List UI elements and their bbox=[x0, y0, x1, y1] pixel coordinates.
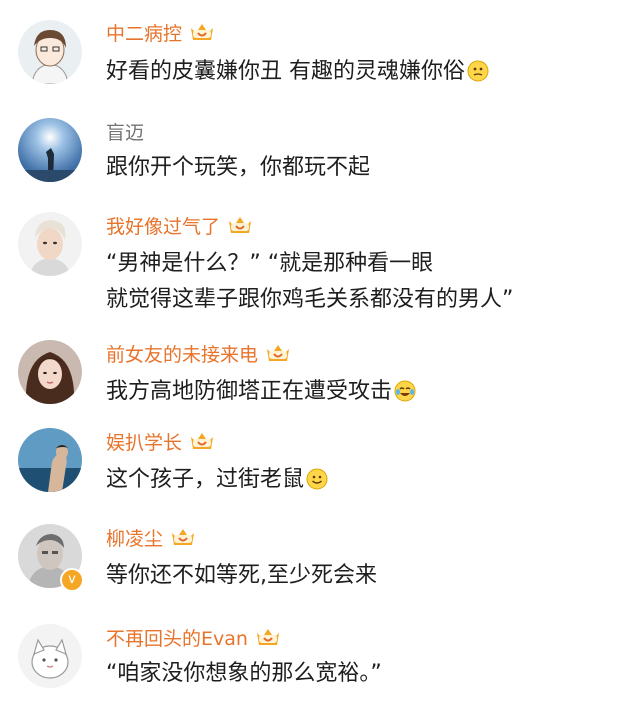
avatar[interactable] bbox=[18, 118, 82, 182]
smiling-face-icon bbox=[306, 468, 328, 490]
comment-text: 我方高地防御塔正在遭受攻击 bbox=[106, 374, 626, 410]
username[interactable]: 娱扒学长 bbox=[106, 428, 182, 455]
vip-crown-icon bbox=[229, 217, 252, 233]
avatar[interactable] bbox=[18, 340, 82, 404]
username[interactable]: 不再回头的Evan bbox=[106, 624, 248, 651]
comment-text: 好看的皮囊嫌你丑 有趣的灵魂嫌你俗 bbox=[106, 54, 626, 90]
comment-body: 我方高地防御塔正在遭受攻击 bbox=[106, 379, 393, 404]
vip-crown-icon bbox=[267, 345, 290, 361]
crying-laughing-face-icon bbox=[394, 380, 416, 402]
comment-body: 好看的皮囊嫌你丑 有趣的灵魂嫌你俗 bbox=[106, 59, 465, 84]
comment-body-line-1: “男神是什么？” “就是那种看一眼 bbox=[106, 251, 434, 276]
comment-text: 等你还不如等死,至少死会来 bbox=[106, 558, 626, 594]
comment-text: “男神是什么？” “就是那种看一眼 就觉得这辈子跟你鸡毛关系都没有的男人” bbox=[106, 246, 626, 318]
vip-crown-icon bbox=[256, 629, 279, 645]
vip-crown-icon bbox=[191, 24, 214, 40]
comment-text: 跟你开个玩笑，你都玩不起 bbox=[106, 150, 626, 186]
avatar[interactable] bbox=[18, 212, 82, 276]
comment-text: “咱家没你想象的那么宽裕。” bbox=[106, 656, 626, 692]
username-row: 前女友的未接来电 bbox=[106, 338, 292, 368]
comment-text: 这个孩子，过街老鼠 bbox=[106, 462, 626, 498]
username[interactable]: 我好像过气了 bbox=[106, 212, 220, 239]
username[interactable]: 前女友的未接来电 bbox=[106, 340, 258, 367]
comment-body: 这个孩子，过街老鼠 bbox=[106, 467, 305, 492]
thinking-face-icon bbox=[467, 60, 489, 82]
vip-crown-icon bbox=[172, 529, 195, 545]
comment-body: 等你还不如等死,至少死会来 bbox=[106, 563, 377, 588]
comment-feed: 中二病控 好看的皮囊嫌你丑 有趣的灵魂嫌你俗 盲迈 跟你开个玩笑，你都玩不起 我… bbox=[0, 0, 640, 703]
username-row: 我好像过气了 bbox=[106, 210, 254, 240]
username-row: 柳凌尘 bbox=[106, 522, 197, 552]
username-row: 娱扒学长 bbox=[106, 426, 216, 456]
username-row: 不再回头的Evan bbox=[106, 622, 282, 652]
username-row: 盲迈 bbox=[106, 116, 144, 146]
comment-body-line-2: 就觉得这辈子跟你鸡毛关系都没有的男人” bbox=[106, 287, 514, 312]
vip-crown-icon bbox=[191, 433, 214, 449]
comment-body: “咱家没你想象的那么宽裕。” bbox=[106, 661, 382, 686]
verified-badge-icon: v bbox=[60, 568, 84, 592]
username[interactable]: 中二病控 bbox=[106, 19, 182, 46]
username[interactable]: 盲迈 bbox=[106, 118, 144, 145]
avatar[interactable] bbox=[18, 20, 82, 84]
avatar[interactable] bbox=[18, 624, 82, 688]
username[interactable]: 柳凌尘 bbox=[106, 524, 163, 551]
comment-body: 跟你开个玩笑，你都玩不起 bbox=[106, 155, 371, 180]
username-row: 中二病控 bbox=[106, 17, 216, 47]
avatar[interactable] bbox=[18, 428, 82, 492]
